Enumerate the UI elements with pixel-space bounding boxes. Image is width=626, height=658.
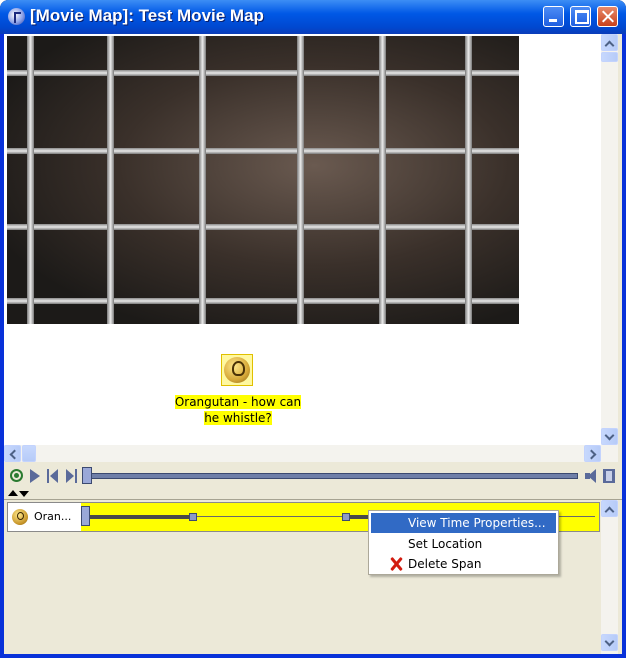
play-icon[interactable] (30, 469, 40, 483)
cage-bar (199, 36, 206, 324)
movie-stage[interactable]: Orangutan - how can he whistle? (4, 34, 601, 445)
scroll-down-button[interactable] (601, 428, 618, 445)
stage-vertical-scrollbar[interactable] (601, 34, 618, 445)
scroll-up-button[interactable] (601, 34, 618, 51)
time-slider-handle[interactable] (82, 467, 92, 484)
window-border (622, 34, 626, 658)
span-start-handle[interactable] (81, 506, 90, 526)
scroll-thumb[interactable] (22, 445, 36, 462)
collapse-up-icon[interactable] (8, 490, 18, 496)
cage-bar (7, 224, 519, 230)
scroll-right-button[interactable] (584, 445, 601, 462)
menu-item-view-time-properties[interactable]: View Time Properties... (371, 513, 556, 533)
cage-bar (297, 36, 304, 324)
step-back-icon[interactable] (47, 469, 59, 483)
span-context-menu: View Time Properties... Set Location Del… (368, 510, 559, 575)
cage-bar (7, 70, 519, 76)
time-slider-track[interactable] (84, 473, 578, 479)
transport-bar (4, 464, 622, 488)
window-border (0, 34, 4, 658)
scroll-thumb[interactable] (601, 52, 618, 62)
expand-down-icon[interactable] (19, 491, 29, 497)
video-frame[interactable] (7, 36, 519, 324)
delete-x-icon (389, 557, 403, 571)
menu-item-set-location[interactable]: Set Location (371, 534, 556, 554)
film-icon[interactable] (603, 469, 615, 483)
volume-icon[interactable] (585, 469, 597, 483)
collapse-toggle[interactable] (8, 490, 32, 498)
menu-item-delete-span[interactable]: Delete Span (371, 554, 556, 574)
title-bar[interactable]: [Movie Map]: Test Movie Map (0, 0, 626, 34)
cage-bar (107, 36, 114, 324)
stage-horizontal-scrollbar[interactable] (4, 445, 618, 462)
cage-bar (465, 36, 472, 324)
record-icon[interactable] (10, 469, 23, 482)
lightbulb-icon (12, 509, 28, 525)
annotation-label[interactable]: Orangutan - how can he whistle? (170, 394, 306, 426)
cage-bar (7, 298, 519, 304)
step-forward-icon[interactable] (65, 469, 77, 483)
window-title: [Movie Map]: Test Movie Map (30, 6, 264, 25)
annotation-lightbulb-icon[interactable] (221, 354, 253, 386)
span-segment (83, 515, 193, 519)
span-keyframe[interactable] (342, 513, 350, 521)
movie-map-window: [Movie Map]: Test Movie Map Orangutan - … (0, 0, 626, 658)
scroll-down-button[interactable] (601, 634, 618, 651)
span-keyframe[interactable] (189, 513, 197, 521)
cage-bar (379, 36, 386, 324)
close-button[interactable] (597, 6, 618, 27)
window-border (0, 654, 626, 658)
timeline-row-label: Oran... (34, 510, 72, 523)
minimize-button[interactable] (543, 6, 564, 27)
scroll-up-button[interactable] (601, 500, 618, 517)
maximize-button[interactable] (570, 6, 591, 27)
cage-bar (7, 148, 519, 154)
cage-bar (27, 36, 34, 324)
timeline-vertical-scrollbar[interactable] (601, 500, 618, 654)
app-icon[interactable] (8, 8, 25, 25)
scroll-left-button[interactable] (4, 445, 21, 462)
